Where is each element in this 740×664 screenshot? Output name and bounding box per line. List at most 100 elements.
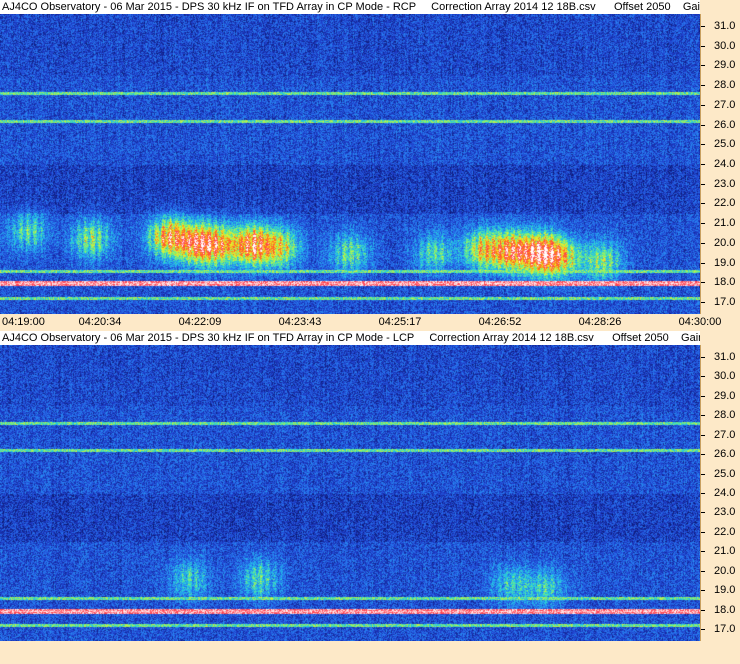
time-tick-label: 04:25:17 [378,316,422,328]
frequency-tick-label: 26.0 [714,448,736,461]
frequency-tick: 19.0 [701,583,740,597]
frequency-tick: 20.0 [701,236,740,250]
frequency-tick: 29.0 [701,389,740,403]
rcp-spectrogram [0,14,700,314]
frequency-tick-label: 24.0 [714,487,736,499]
tick-mark [701,629,705,631]
frequency-tick: 28.0 [701,408,740,422]
bottom-strip [0,641,740,664]
frequency-tick: 22.0 [701,525,740,539]
tick-mark [701,356,705,358]
frequency-tick-label: 22.0 [714,197,736,210]
tick-mark [701,493,705,494]
frequency-tick: 24.0 [701,486,740,500]
frequency-tick-label: 26.0 [714,118,736,131]
frequency-tick-label: 27.0 [714,428,736,441]
frequency-tick: 25.0 [701,137,740,151]
tick-mark [701,512,705,514]
frequency-tick: 31.0 [701,19,740,33]
frequency-tick-label: 30.0 [714,370,736,383]
time-tick-label: 04:23:43 [278,316,322,328]
tick-mark [701,164,705,165]
frequency-tick: 19.0 [701,256,740,270]
tick-mark [701,223,705,225]
frequency-tick-label: 29.0 [714,389,736,402]
tick-mark [701,454,705,456]
tick-mark [701,124,705,126]
lcp-spectrogram [0,345,700,641]
tick-mark [701,395,705,397]
lcp-plot-title: AJ4CO Observatory - 06 Mar 2015 - DPS 30… [0,331,700,345]
frequency-tick-label: 31.0 [714,350,736,363]
tick-mark [701,415,705,417]
tick-mark [701,376,705,378]
frequency-tick: 25.0 [701,467,740,481]
frequency-tick-label: 27.0 [714,98,736,111]
frequency-tick: 24.0 [701,157,740,171]
frequency-tick: 17.0 [701,622,740,636]
frequency-tick: 28.0 [701,78,740,92]
tick-mark [701,203,705,205]
tick-mark [701,531,705,533]
frequency-tick: 17.0 [701,295,740,309]
tick-mark [701,282,705,284]
frequency-tick-label: 31.0 [714,19,736,32]
frequency-tick: 31.0 [701,350,740,364]
frequency-tick: 21.0 [701,216,740,230]
tick-mark [701,590,705,592]
frequency-tick: 30.0 [701,369,740,383]
rcp-plot-title: AJ4CO Observatory - 06 Mar 2015 - DPS 30… [0,0,700,14]
tick-mark [701,25,705,27]
frequency-tick-label: 22.0 [714,525,736,538]
frequency-tick-label: 18.0 [714,603,736,616]
tick-mark [701,434,705,436]
frequency-tick: 27.0 [701,98,740,112]
tick-mark [701,183,705,185]
frequency-tick-label: 18.0 [714,276,736,289]
tick-mark [701,104,705,106]
frequency-tick-label: 19.0 [714,256,736,269]
lcp-frequency-axis: 31.0 30.0 29.0 28.0 27.0 26.0 25.0 24.0 23.0 22.0… [700,345,740,641]
frequency-tick-label: 25.0 [714,467,736,480]
tick-mark [701,65,705,67]
frequency-tick-label: 20.0 [714,564,736,577]
tick-mark [701,242,705,244]
frequency-tick: 26.0 [701,118,740,132]
tick-mark [701,570,705,572]
tick-mark [701,302,705,304]
tick-mark [701,609,705,611]
frequency-tick-label: 29.0 [714,59,736,72]
frequency-tick-label: 24.0 [714,158,736,170]
frequency-tick-label: 28.0 [714,79,736,92]
frequency-tick-label: 17.0 [714,623,736,636]
frequency-tick: 22.0 [701,196,740,210]
frequency-tick: 21.0 [701,544,740,558]
time-tick-label: 04:28:26 [578,316,622,328]
frequency-tick: 18.0 [701,603,740,617]
frequency-tick: 23.0 [701,177,740,191]
frequency-tick: 29.0 [701,58,740,72]
time-tick-label: 04:30:00 [678,316,722,328]
tick-mark [701,45,705,47]
frequency-tick-label: 23.0 [714,177,736,190]
frequency-tick-label: 20.0 [714,236,736,249]
frequency-tick-label: 21.0 [714,545,736,558]
frequency-tick: 30.0 [701,39,740,53]
time-tick-label: 04:22:09 [178,316,222,328]
frequency-tick-label: 17.0 [714,296,736,309]
frequency-tick-label: 19.0 [714,584,736,597]
time-tick-label: 04:19:00 [2,316,45,328]
tick-mark [701,551,705,553]
frequency-tick: 23.0 [701,505,740,519]
rcp-frequency-axis: 31.0 30.0 29.0 28.0 27.0 26.0 25.0 24.0 23.0 22.0… [700,14,740,314]
tick-mark [701,85,705,87]
frequency-tick-label: 28.0 [714,409,736,422]
frequency-tick: 26.0 [701,447,740,461]
frequency-tick-label: 23.0 [714,506,736,519]
time-axis: 04:19:00 04:20:34 04:22:09 04:23:43 04:25:17… [0,314,740,330]
frequency-tick: 27.0 [701,428,740,442]
frequency-tick-label: 30.0 [714,39,736,52]
tick-mark [701,473,705,475]
time-tick-label: 04:20:34 [78,316,122,328]
frequency-tick-label: 25.0 [714,138,736,151]
